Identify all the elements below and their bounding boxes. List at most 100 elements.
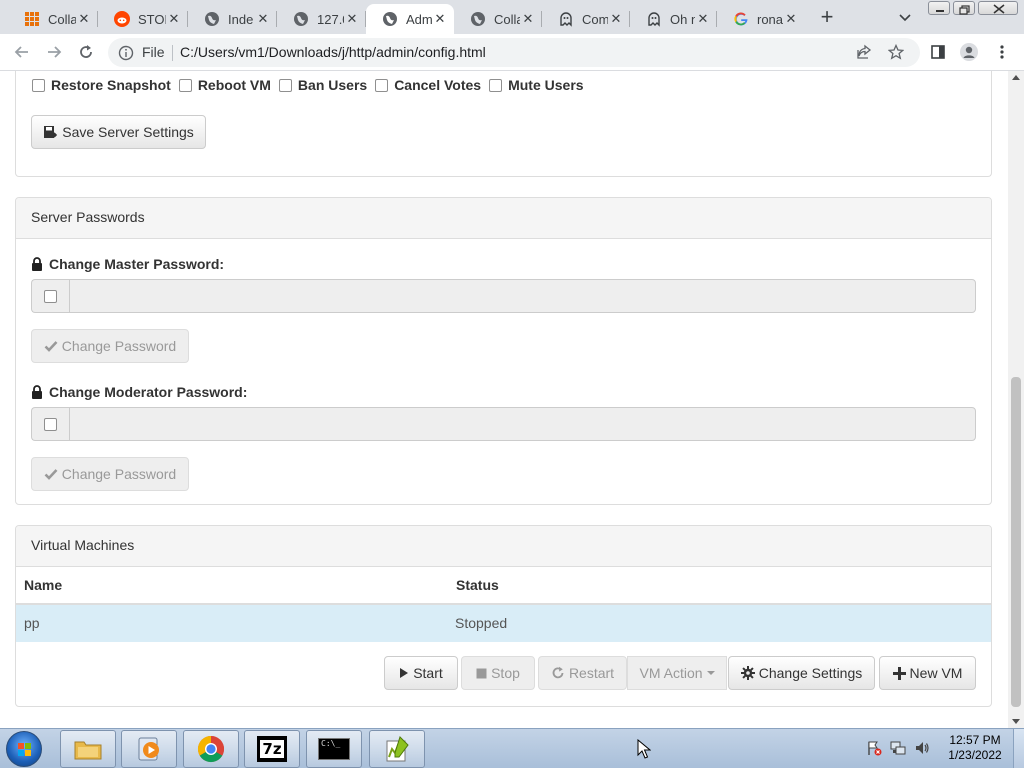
close-icon[interactable]: ✕ — [520, 11, 536, 27]
close-icon[interactable]: ✕ — [344, 11, 360, 27]
tab-colla-1[interactable]: Colla ✕ — [8, 4, 98, 34]
side-panel-button[interactable] — [928, 42, 948, 62]
button-label: VM Action — [639, 665, 703, 681]
scroll-up-arrow-icon[interactable] — [1012, 75, 1020, 80]
plus-icon — [892, 666, 906, 680]
vm-status: Stopped — [455, 615, 508, 631]
ghost-icon — [646, 11, 662, 27]
restart-vm-button[interactable]: Restart — [538, 656, 627, 690]
tab-colla-2[interactable]: Colla ✕ — [454, 4, 542, 34]
tab-title: Com — [582, 11, 608, 27]
checkbox[interactable] — [375, 78, 389, 92]
taskbar-media-player[interactable] — [121, 730, 177, 768]
show-desktop-button[interactable] — [1013, 729, 1024, 768]
moderator-password-toggle[interactable] — [31, 407, 69, 441]
vm-action-dropdown[interactable]: VM Action — [627, 656, 727, 690]
network-icon[interactable] — [890, 740, 906, 759]
restore-button[interactable] — [953, 1, 975, 15]
server-settings-panel: Restore Snapshot Reboot VM Ban Users Can… — [15, 71, 992, 177]
info-icon[interactable] — [118, 45, 134, 64]
close-icon[interactable]: ✕ — [783, 11, 799, 27]
tab-title: Adm — [406, 11, 432, 27]
permission-cancel-votes[interactable]: Cancel Votes — [375, 77, 481, 93]
bookmark-star-icon[interactable] — [887, 43, 905, 63]
permission-mute-users[interactable]: Mute Users — [489, 77, 584, 93]
checkbox[interactable] — [278, 78, 292, 92]
forward-button[interactable] — [44, 42, 64, 62]
checkbox-label: Mute Users — [508, 77, 584, 93]
permission-restore-snapshot[interactable]: Restore Snapshot — [32, 77, 171, 93]
start-button[interactable] — [6, 731, 42, 767]
tab-index[interactable]: Inde ✕ — [188, 4, 277, 34]
taskbar-cmd[interactable]: C:\_ — [306, 730, 362, 768]
avatar-icon — [960, 43, 978, 61]
checkbox-label: Ban Users — [297, 77, 368, 93]
taskbar-editor[interactable] — [369, 730, 425, 768]
checkbox[interactable] — [44, 417, 57, 431]
checkbox[interactable] — [178, 78, 192, 92]
new-vm-button[interactable]: New VM — [879, 656, 976, 690]
terminal-icon: C:\_ — [318, 738, 350, 760]
new-tab-button[interactable]: + — [814, 6, 840, 28]
back-button[interactable] — [12, 42, 32, 62]
tab-oh[interactable]: Oh n ✕ — [630, 4, 717, 34]
change-master-password-button[interactable]: Change Password — [31, 329, 189, 363]
taskbar-chrome[interactable] — [183, 730, 239, 768]
save-server-settings-button[interactable]: Save Server Settings — [31, 115, 206, 149]
page-scrollbar[interactable] — [1008, 71, 1024, 728]
arrow-right-icon — [48, 46, 62, 58]
url-text[interactable]: C:/Users/vm1/Downloads/j/http/admin/conf… — [180, 44, 486, 60]
system-tray — [866, 735, 930, 763]
taskbar-clock[interactable]: 12:57 PM 1/23/2022 — [940, 733, 1010, 763]
moderator-password-field[interactable] — [69, 407, 976, 441]
master-password-label: Change Master Password: — [31, 256, 224, 272]
checkbox[interactable] — [44, 289, 57, 303]
lock-icon — [31, 385, 43, 399]
table-row[interactable]: pp Stopped — [16, 605, 991, 642]
label-text: Change Moderator Password: — [49, 384, 248, 400]
scroll-down-arrow-icon[interactable] — [1012, 719, 1020, 724]
address-bar[interactable]: File C:/Users/vm1/Downloads/j/http/admin… — [108, 38, 920, 67]
tab-search-button[interactable] — [896, 8, 914, 26]
taskbar-7zip[interactable]: 7z — [244, 730, 300, 768]
change-settings-button[interactable]: Change Settings — [728, 656, 875, 690]
7zip-icon: 7z — [257, 736, 287, 762]
tab-admin[interactable]: Adm ✕ — [366, 4, 454, 34]
close-icon[interactable]: ✕ — [166, 11, 182, 27]
minimize-button[interactable] — [928, 1, 950, 15]
share-icon[interactable] — [856, 44, 872, 63]
change-moderator-password-button[interactable]: Change Password — [31, 457, 189, 491]
volume-icon[interactable] — [914, 740, 930, 759]
checkbox[interactable] — [32, 78, 45, 92]
browser-menu-button[interactable] — [992, 42, 1012, 62]
tab-title: Inde — [228, 11, 254, 27]
divider — [172, 45, 173, 61]
action-center-flag-icon[interactable] — [866, 740, 882, 759]
permission-ban-users[interactable]: Ban Users — [278, 77, 368, 93]
close-window-button[interactable] — [978, 1, 1018, 15]
permission-reboot-vm[interactable]: Reboot VM — [178, 77, 271, 93]
master-password-input-group — [31, 279, 976, 313]
tab-com[interactable]: Com ✕ — [542, 4, 630, 34]
close-icon[interactable]: ✕ — [608, 11, 624, 27]
scrollbar-thumb[interactable] — [1011, 377, 1021, 707]
stop-vm-button[interactable]: Stop — [461, 656, 535, 690]
close-icon[interactable]: ✕ — [76, 11, 92, 27]
table-header: Name Status — [16, 567, 991, 605]
start-vm-button[interactable]: Start — [384, 656, 458, 690]
close-icon[interactable]: ✕ — [255, 11, 271, 27]
close-icon[interactable]: ✕ — [695, 11, 711, 27]
page-viewport: Restore Snapshot Reboot VM Ban Users Can… — [0, 71, 1008, 728]
gear-icon — [740, 666, 755, 680]
master-password-toggle[interactable] — [31, 279, 69, 313]
profile-button[interactable] — [959, 42, 979, 62]
master-password-field[interactable] — [69, 279, 976, 313]
tab-stop[interactable]: STOP ✕ — [98, 4, 188, 34]
close-icon[interactable]: ✕ — [432, 11, 448, 27]
tab-localhost[interactable]: 127.0 ✕ — [277, 4, 366, 34]
tab-rona[interactable]: rona ✕ — [717, 4, 805, 34]
reload-button[interactable] — [76, 42, 96, 62]
checkbox[interactable] — [489, 78, 503, 92]
taskbar-explorer[interactable] — [60, 730, 116, 768]
globe-icon — [293, 11, 309, 27]
